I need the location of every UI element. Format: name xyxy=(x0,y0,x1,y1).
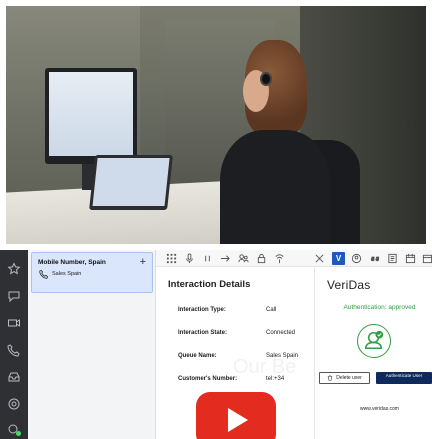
network-icon[interactable] xyxy=(313,252,326,265)
contacts-icon[interactable] xyxy=(350,252,363,265)
phone-icon[interactable] xyxy=(7,343,21,357)
help-icon[interactable] xyxy=(7,397,21,411)
delete-user-label: Delete user xyxy=(336,375,362,381)
voicemail-icon[interactable] xyxy=(273,252,286,265)
notes-icon[interactable] xyxy=(386,252,399,265)
agent-person xyxy=(210,40,330,250)
conversation-list: Mobile Number, Spain + Sales Spain xyxy=(28,250,156,439)
detail-value: Call xyxy=(266,307,277,313)
interaction-toolbar: V xyxy=(156,250,432,267)
watermark-text: Our Be xyxy=(233,356,297,378)
pause-icon[interactable] xyxy=(201,252,214,265)
interaction-details-title: Interaction Details xyxy=(168,279,251,290)
veridas-url-link[interactable]: www.veridas.com xyxy=(315,406,432,412)
user-verified-icon xyxy=(357,324,391,358)
inbox-icon[interactable] xyxy=(7,370,21,384)
laptop xyxy=(89,155,173,210)
desktop-monitor xyxy=(45,68,137,164)
lock-icon[interactable] xyxy=(255,252,268,265)
conversation-card[interactable]: Mobile Number, Spain + Sales Spain xyxy=(31,252,153,293)
add-conversation-button[interactable]: + xyxy=(140,256,146,268)
veridas-panel: VeriDas Authentication: approved Delete … xyxy=(315,268,432,439)
video-icon[interactable] xyxy=(7,316,21,330)
veridas-app-icon[interactable]: V xyxy=(332,252,345,265)
grid-icon[interactable] xyxy=(165,252,178,265)
detail-value: tel:+34 xyxy=(266,376,285,382)
authenticate-user-button[interactable]: Authenticate User xyxy=(376,372,432,384)
conversation-title: Mobile Number, Spain xyxy=(38,259,106,266)
delete-user-button[interactable]: Delete user xyxy=(319,372,370,384)
conversation-queue: Sales Spain xyxy=(52,271,82,277)
calendar-icon[interactable] xyxy=(404,252,417,265)
transfer-arrow-icon[interactable] xyxy=(219,252,232,265)
online-status-dot xyxy=(16,431,21,436)
office-photo xyxy=(0,0,432,250)
youtube-play-icon[interactable] xyxy=(196,392,276,439)
trash-icon xyxy=(327,375,333,381)
veridas-logo: VeriDas xyxy=(327,278,371,292)
mic-icon[interactable] xyxy=(183,252,196,265)
chat-icon[interactable] xyxy=(7,289,21,303)
phone-icon xyxy=(39,269,49,279)
star-icon[interactable] xyxy=(7,262,21,276)
detail-value: Connected xyxy=(266,330,296,336)
detail-label: Interaction State: xyxy=(178,330,228,336)
detail-label: Customer's Number: xyxy=(178,376,238,382)
consult-icon[interactable] xyxy=(237,252,250,265)
headset-icon xyxy=(260,72,272,86)
left-rail xyxy=(0,250,28,439)
detail-label: Queue Name: xyxy=(178,353,217,359)
quote-icon[interactable] xyxy=(368,252,381,265)
calendar-alt-icon[interactable] xyxy=(421,252,432,265)
authentication-status: Authentication: approved xyxy=(343,304,416,311)
detail-value: Sales Spain xyxy=(266,353,299,359)
detail-label: Interaction Type: xyxy=(178,307,226,313)
